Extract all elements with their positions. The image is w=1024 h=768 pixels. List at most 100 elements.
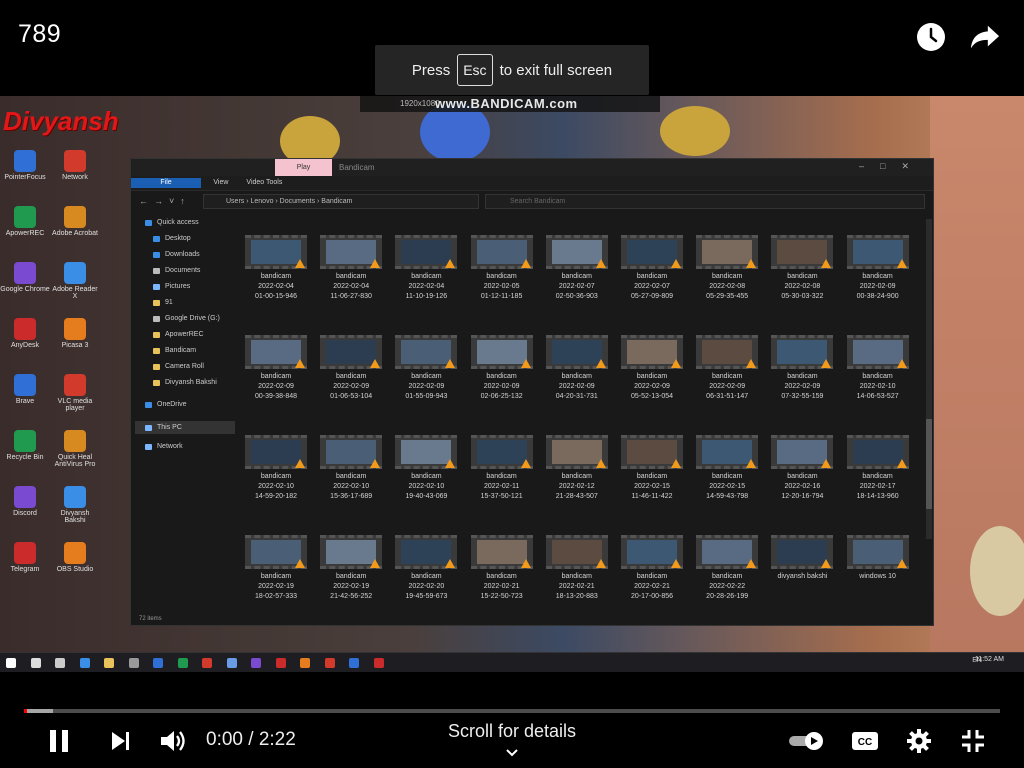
file-item[interactable]: bandicam 2022-02-16 12-20-16-794 [767,435,837,502]
file-item[interactable]: divyansh bakshi [767,535,837,582]
taskbar-app-icon[interactable] [202,658,212,668]
file-item[interactable]: bandicam 2022-02-21 18-13-20-883 [542,535,612,602]
scroll-for-details[interactable]: Scroll for details [412,721,612,763]
taskbar-app-icon[interactable] [324,658,335,668]
file-item[interactable]: bandicam 2022-02-09 02-06-25-132 [467,335,537,402]
file-item[interactable]: bandicam 2022-02-20 19-45-59-673 [391,535,461,602]
file-item[interactable]: bandicam 2022-02-05 01-12-11-185 [467,235,537,302]
file-item[interactable]: bandicam 2022-02-22 20-28-26-199 [692,535,762,602]
nav-item[interactable]: OneDrive [145,401,187,408]
nav-item[interactable]: Camera Roll [153,363,204,370]
nav-item[interactable]: Quick access [145,219,199,226]
exit-fullscreen-button[interactable] [956,724,990,758]
next-button[interactable] [103,724,137,758]
desktop-icon[interactable]: VLC media player [50,374,100,412]
window-controls[interactable]: –□✕ [859,161,925,172]
taskbar-app-icon[interactable] [104,658,114,668]
desktop-icon[interactable]: Picasa 3 [50,318,100,349]
taskbar-app-icon[interactable] [177,658,188,668]
file-item[interactable]: bandicam 2022-02-07 02-50-36-903 [542,235,612,302]
file-item[interactable]: bandicam 2022-02-10 19-40-43-069 [391,435,461,502]
file-item[interactable]: bandicam 2022-02-08 05-29-35-455 [692,235,762,302]
file-item[interactable]: bandicam 2022-02-09 05-52-13-054 [617,335,687,402]
scrollbar-thumb[interactable] [926,419,932,509]
file-item[interactable]: bandicam 2022-02-04 11-06-27-830 [316,235,386,302]
desktop-icon[interactable]: Divyansh Bakshi [50,486,100,524]
taskbar-app-icon[interactable] [373,658,384,668]
file-item[interactable]: bandicam 2022-02-10 14-06-53-527 [843,335,913,402]
desktop-icon[interactable]: Adobe Acrobat [50,206,100,237]
file-item[interactable]: bandicam 2022-02-15 14-59-43-798 [692,435,762,502]
desktop-icon[interactable]: Brave [0,374,50,405]
video-player[interactable]: 1920x1080 www.BANDICAM.com Divyansh Poin… [0,96,1024,672]
file-item[interactable]: bandicam 2022-02-17 18-14-13-960 [843,435,913,502]
desktop-icon[interactable]: ApowerREC [0,206,50,237]
file-item[interactable]: bandicam 2022-02-09 00-39-38-848 [241,335,311,402]
vertical-scrollbar[interactable] [926,219,932,539]
progress-bar[interactable] [24,709,1000,713]
taskbar-app-icon[interactable] [300,658,310,668]
ribbon-tab-view[interactable]: View [204,176,237,190]
nav-item[interactable]: Bandicam [153,347,196,354]
taskbar-clock[interactable]: 11:52 AM [975,656,1004,663]
file-item[interactable]: bandicam 2022-02-04 11-10-19-126 [391,235,461,302]
ribbon-tab-file[interactable]: File [131,178,201,188]
file-item[interactable]: bandicam 2022-02-21 20-17-00-856 [617,535,687,602]
desktop-icon[interactable]: Quick Heal AntiVirus Pro [50,430,100,468]
desktop-icon[interactable]: PointerFocus [0,150,50,181]
desktop-icon[interactable]: Recycle Bin [0,430,50,461]
file-item[interactable]: bandicam 2022-02-09 01-06-53-104 [316,335,386,402]
desktop-icon[interactable]: AnyDesk [0,318,50,349]
file-item[interactable]: bandicam 2022-02-07 05-27-09-809 [617,235,687,302]
file-item[interactable]: bandicam 2022-02-09 04-20-31-731 [542,335,612,402]
nav-item[interactable]: Desktop [153,235,191,242]
nav-item[interactable]: Downloads [153,251,200,258]
taskbar-app-icon[interactable] [251,658,261,668]
taskbar-app-icon[interactable] [30,658,41,668]
nav-item[interactable]: This PC [135,421,235,434]
ribbon-tab-video-tools[interactable]: Video Tools [237,176,291,190]
taskbar-app-icon[interactable] [128,658,139,668]
watch-later-icon[interactable] [916,22,946,52]
taskbar-app-icon[interactable] [153,658,163,668]
taskbar-app-icon[interactable] [55,658,65,668]
taskbar-app-icon[interactable] [349,658,359,668]
nav-item[interactable]: Google Drive (G:) [153,315,220,322]
captions-button[interactable]: CC [848,724,882,758]
file-item[interactable]: bandicam 2022-02-09 06-31-51-147 [692,335,762,402]
pause-button[interactable] [42,724,76,758]
file-item[interactable]: bandicam 2022-02-15 11-46-11-422 [617,435,687,502]
file-item[interactable]: bandicam 2022-02-19 21-42-56-252 [316,535,386,602]
desktop-icon[interactable]: Telegram [0,542,50,573]
file-item[interactable]: bandicam 2022-02-10 15-36-17-689 [316,435,386,502]
file-item[interactable]: bandicam 2022-02-09 00-38-24-900 [843,235,913,302]
share-icon[interactable] [970,22,1000,52]
volume-button[interactable] [156,724,190,758]
taskbar-app-icon[interactable] [226,658,237,668]
nav-item[interactable]: Pictures [153,283,190,290]
file-item[interactable]: bandicam 2022-02-09 07-32-55-159 [767,335,837,402]
file-item[interactable]: bandicam 2022-02-08 05-30-03-322 [767,235,837,302]
taskbar-app-icon[interactable] [79,658,90,668]
taskbar-app-icon[interactable] [275,658,286,668]
search-input[interactable]: Search Bandicam [485,194,925,209]
file-item[interactable]: bandicam 2022-02-21 15-22-50-723 [467,535,537,602]
nav-item[interactable]: 91 [153,299,173,306]
autoplay-toggle[interactable] [786,724,826,758]
file-item[interactable]: bandicam 2022-02-19 18-02-57-333 [241,535,311,602]
desktop-icon[interactable]: Discord [0,486,50,517]
nav-item[interactable]: Network [145,443,183,450]
file-item[interactable]: bandicam 2022-02-12 21-28-43-507 [542,435,612,502]
taskbar-app-icon[interactable] [6,658,16,668]
play-tab[interactable]: Play [275,159,332,176]
file-item[interactable]: windows 10 [843,535,913,582]
settings-button[interactable] [902,724,936,758]
address-bar[interactable]: Users › Lenovo › Documents › Bandicam [203,194,479,209]
file-item[interactable]: bandicam 2022-02-09 01-55-09-943 [391,335,461,402]
nav-item[interactable]: ApowerREC [153,331,204,338]
desktop-icon[interactable]: Google Chrome [0,262,50,293]
nav-arrows-icon[interactable]: ←→˅↑ [139,196,191,206]
file-item[interactable]: bandicam 2022-02-10 14-59-20-182 [241,435,311,502]
file-item[interactable]: bandicam 2022-02-11 15-37-50-121 [467,435,537,502]
desktop-icon[interactable]: Adobe Reader X [50,262,100,300]
